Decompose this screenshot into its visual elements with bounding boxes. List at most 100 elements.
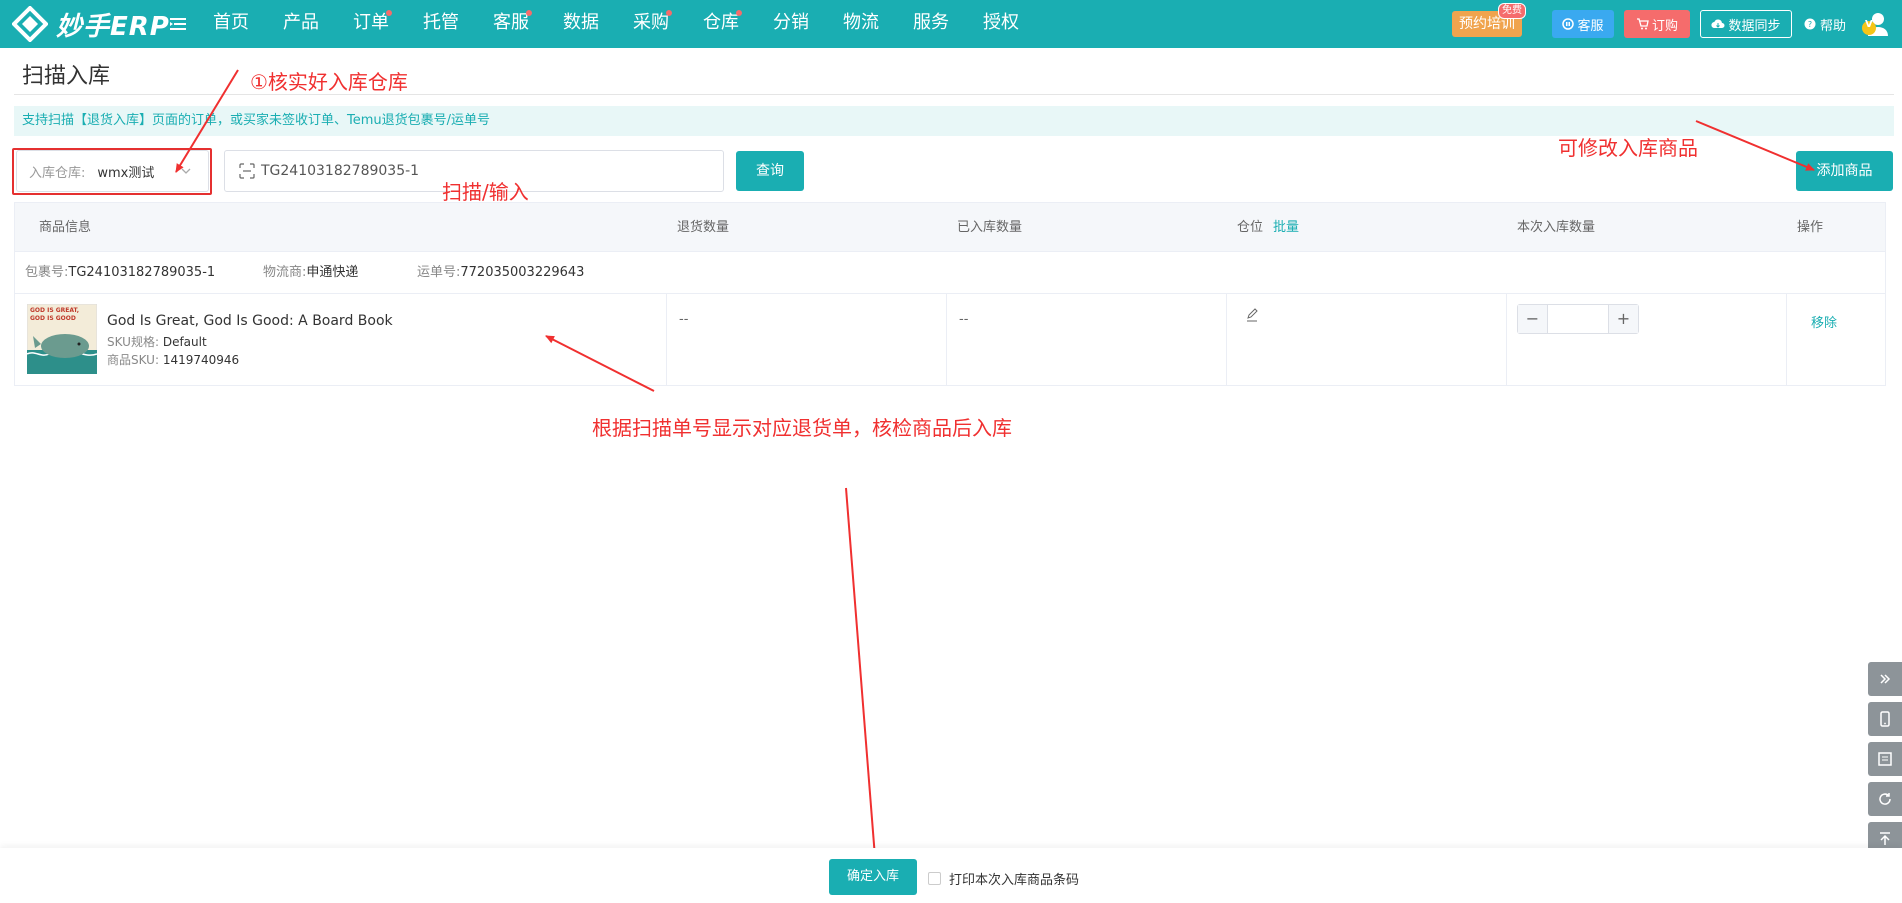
col-action: 操作 (1797, 220, 1824, 235)
notification-dot (526, 10, 532, 16)
arrow-to-confirm (845, 487, 880, 871)
batch-link[interactable]: 批量 (1273, 220, 1299, 235)
nav-item-data[interactable]: 数据 (546, 0, 616, 48)
refresh-icon (1879, 793, 1891, 805)
nav-item-orders[interactable]: 订单 (336, 0, 406, 48)
confirm-inbound-button[interactable]: 确定入库 (829, 859, 917, 895)
brand-logo[interactable]: 妙手ERP (12, 6, 170, 42)
decrement-button[interactable]: − (1518, 305, 1548, 333)
user-avatar[interactable]: V (1860, 10, 1890, 38)
scan-input-value: TG24103182789035-1 (261, 163, 420, 179)
avatar-initial: V (1865, 19, 1873, 30)
carrier: 物流商:申通快递 (263, 252, 358, 294)
sku-spec-value: Default (162, 335, 207, 349)
annotation-scan-input: 扫描/输入 (442, 180, 529, 204)
return-qty-cell: -- (667, 294, 947, 386)
logo-icon (12, 6, 48, 42)
data-sync-button[interactable]: 数据同步 (1700, 10, 1792, 38)
add-product-button[interactable]: 添加商品 (1796, 151, 1893, 191)
remove-link[interactable]: 移除 (1811, 312, 1837, 331)
col-location: 仓位 批量 (1237, 203, 1299, 253)
nav-item-purchase[interactable]: 采购 (616, 0, 686, 48)
svg-text:?: ? (1808, 20, 1812, 29)
nav-item-distribution[interactable]: 分销 (756, 0, 826, 48)
package-number: 包裹号:TG24103182789035-1 (25, 252, 215, 294)
print-barcode-label: 打印本次入库商品条码 (949, 873, 1080, 888)
mobile-icon (1880, 711, 1890, 727)
notification-dot (386, 10, 392, 16)
table-row: GOD IS GREAT, GOD IS GOOD God Is Great, … (14, 294, 1886, 386)
stocked-qty-value: -- (959, 312, 969, 327)
annotation-modify-goods: 可修改入库商品 (1558, 136, 1698, 160)
package-number-value: TG24103182789035-1 (68, 265, 216, 280)
top-navbar: 妙手ERP 首页 产品 订单 托管 客服 数据 采购 仓库 分销 物流 服务 授… (0, 0, 1902, 48)
query-button[interactable]: 查询 (736, 151, 804, 191)
return-qty-value: -- (679, 312, 689, 327)
nav-item-service[interactable]: 客服 (476, 0, 546, 48)
annotation-show-return: 根据扫描单号显示对应退货单，核检商品后入库 (592, 416, 1012, 440)
tracking-number-value: 772035003229643 (460, 265, 585, 280)
stocked-qty-cell: -- (947, 294, 1227, 386)
col-this-qty: 本次入库数量 (1517, 220, 1596, 235)
annotation-verify-warehouse: ①核实好入库仓库 (250, 70, 408, 94)
print-barcode-checkbox[interactable] (928, 872, 941, 885)
col-location-label: 仓位 (1237, 220, 1264, 235)
package-info-row: 包裹号:TG24103182789035-1 物流商:申通快递 运单号:7720… (14, 252, 1886, 294)
arrow-up-icon (1880, 832, 1890, 845)
nav-item-warehouse[interactable]: 仓库 (686, 0, 756, 48)
page-title: 扫描入库 (22, 64, 111, 89)
print-barcode-option[interactable]: 打印本次入库商品条码 (928, 869, 1079, 888)
book-icon (1878, 752, 1892, 766)
menu-toggle-icon[interactable] (168, 14, 188, 34)
sku-spec: SKU规格: Default (107, 333, 207, 350)
top-right-actions: 预约培训 免费 客服 订购 数据同步 ? 帮助 V (1452, 3, 1890, 40)
order-button[interactable]: 订购 (1624, 10, 1690, 38)
col-return-qty: 退货数量 (677, 220, 730, 235)
tracking-number: 运单号:772035003229643 (417, 252, 584, 294)
increment-button[interactable]: + (1608, 305, 1638, 333)
quantity-input[interactable] (1548, 305, 1608, 333)
inbound-table: 商品信息 退货数量 已入库数量 仓位 批量 本次入库数量 操作 包裹号:TG241… (14, 202, 1886, 386)
double-chevron-right-icon (1880, 674, 1891, 684)
table-header: 商品信息 退货数量 已入库数量 仓位 批量 本次入库数量 操作 (14, 202, 1886, 252)
scan-icon (239, 163, 255, 179)
help-link[interactable]: ? 帮助 (1804, 15, 1846, 34)
product-image-text: GOD IS GREAT, GOD IS GOOD (30, 307, 80, 322)
refresh-button[interactable] (1868, 782, 1902, 816)
training-button[interactable]: 预约培训 免费 (1452, 3, 1526, 37)
mobile-button[interactable] (1868, 702, 1902, 736)
location-cell (1227, 294, 1507, 386)
sku-spec-label: SKU规格: (107, 335, 159, 349)
nav-item-hosting[interactable]: 托管 (406, 0, 476, 48)
product-name: God Is Great, God Is Good: A Board Book (107, 313, 393, 329)
quantity-stepper[interactable]: − + (1517, 304, 1639, 334)
nav-item-logistics[interactable]: 物流 (826, 0, 896, 48)
product-cell: GOD IS GREAT, GOD IS GOOD God Is Great, … (15, 294, 667, 386)
headset-icon (1562, 18, 1575, 30)
manual-button[interactable] (1868, 742, 1902, 776)
notification-dot (736, 10, 742, 16)
main-nav: 首页 产品 订单 托管 客服 数据 采购 仓库 分销 物流 服务 授权 (196, 0, 1036, 48)
cart-icon (1636, 18, 1649, 30)
question-icon: ? (1804, 18, 1816, 30)
product-sku-label: 商品SKU: (107, 353, 159, 367)
nav-item-home[interactable]: 首页 (196, 0, 266, 48)
nav-item-services[interactable]: 服务 (896, 0, 966, 48)
warehouse-highlight-box (12, 148, 212, 195)
col-product: 商品信息 (39, 220, 92, 235)
customer-service-button[interactable]: 客服 (1552, 10, 1614, 38)
product-sku: 商品SKU: 1419740946 (107, 351, 239, 368)
carrier-label: 物流商: (263, 265, 307, 280)
package-number-label: 包裹号: (25, 265, 69, 280)
nav-item-products[interactable]: 产品 (266, 0, 336, 48)
product-sku-value: 1419740946 (162, 353, 240, 367)
brand-name: 妙手ERP (56, 11, 170, 42)
edit-icon[interactable] (1245, 308, 1259, 322)
cloud-sync-icon (1711, 19, 1725, 29)
notification-dot (666, 10, 672, 16)
free-badge: 免费 (1498, 3, 1526, 19)
tracking-number-label: 运单号: (417, 265, 461, 280)
collapse-sidebar-button[interactable] (1868, 662, 1902, 696)
col-stocked-qty: 已入库数量 (957, 220, 1023, 235)
nav-item-authorize[interactable]: 授权 (966, 0, 1036, 48)
